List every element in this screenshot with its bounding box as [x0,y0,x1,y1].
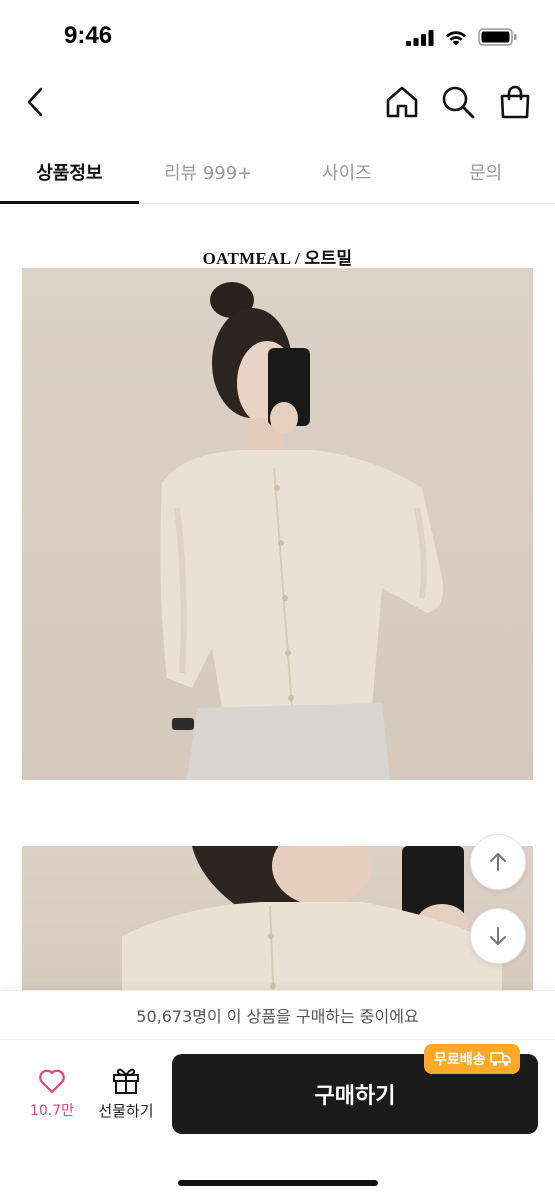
tab-inquiry[interactable]: 문의 [416,140,555,203]
tab-label: 사이즈 [322,162,372,184]
buy-button-label: 구매하기 [314,1084,396,1109]
product-photo-illustration [122,846,502,990]
gift-button[interactable]: 선물하기 [92,1066,160,1126]
product-tabs: 상품정보 리뷰 999+ 사이즈 문의 [0,140,555,204]
like-count: 10.7만 [29,1103,75,1119]
free-shipping-badge: 무료배송 [424,1044,520,1074]
product-photo [22,846,533,990]
status-time: 9:46 [64,22,113,49]
top-nav-bar [0,70,555,134]
search-button[interactable] [440,84,476,120]
home-icon [386,86,418,118]
free-shipping-label: 무료배송 [434,1052,486,1068]
buyers-count-text: 50,673명이 이 상품을 구매하는 중이에요 [136,1007,419,1026]
home-indicator [178,1180,378,1186]
heart-icon [39,1069,65,1094]
tab-label: 리뷰 999+ [163,162,253,184]
tab-label: 문의 [469,162,503,184]
buyers-count-banner: 50,673명이 이 상품을 구매하는 중이에요 [0,990,555,1040]
truck-icon [489,1052,511,1066]
home-button[interactable] [384,84,420,120]
tab-product-info[interactable]: 상품정보 [0,140,139,204]
product-photo-illustration [160,282,444,780]
bottom-action-bar: 10.7만 선물하기 구매하기 무료배송 [0,1040,555,1200]
color-label: OATMEAL / 오트밀 [202,249,353,268]
gift-label: 선물하기 [98,1102,154,1120]
gift-icon [113,1068,139,1094]
arrow-down-icon [490,927,506,945]
wifi-icon [446,31,466,46]
status-bar: 9:46 [0,0,555,70]
tab-reviews[interactable]: 리뷰 999+ [139,140,278,203]
arrow-up-icon [490,853,506,871]
battery-icon [478,28,517,46]
back-button[interactable] [20,82,50,122]
shopping-bag-icon [500,85,530,119]
like-button[interactable]: 10.7만 [24,1068,80,1128]
scroll-up-button[interactable] [470,834,526,890]
cellular-signal-icon [406,30,434,46]
search-icon [442,86,475,119]
chevron-left-icon [27,87,43,117]
shopping-bag-button[interactable] [497,84,533,120]
product-photo [22,268,533,780]
tab-size[interactable]: 사이즈 [278,140,417,203]
tab-label: 상품정보 [36,162,103,184]
scroll-down-button[interactable] [470,908,526,964]
